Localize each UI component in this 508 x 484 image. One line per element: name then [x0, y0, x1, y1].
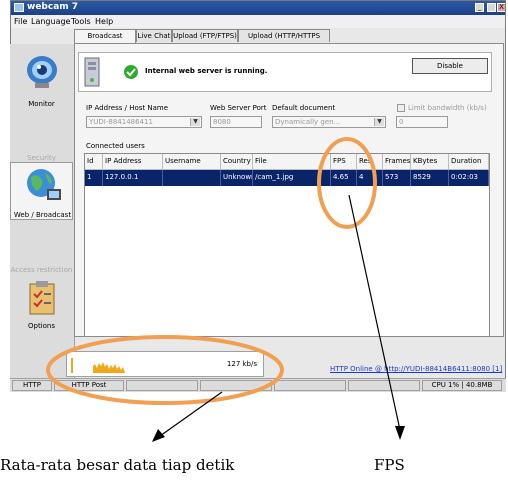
bandwidth-arrow-head: [152, 429, 165, 442]
fps-highlight-ellipse: [317, 137, 377, 229]
fps-arrow-head: [395, 426, 405, 440]
bandwidth-arrow-line: [159, 391, 223, 437]
fps-arrow-line: [348, 194, 401, 431]
caption-fps: FPS: [374, 456, 405, 474]
caption-bandwidth: Rata-rata besar data tiap detik: [0, 456, 235, 474]
bandwidth-highlight-ellipse: [46, 335, 284, 405]
annotation-overlay: [46, 137, 405, 442]
